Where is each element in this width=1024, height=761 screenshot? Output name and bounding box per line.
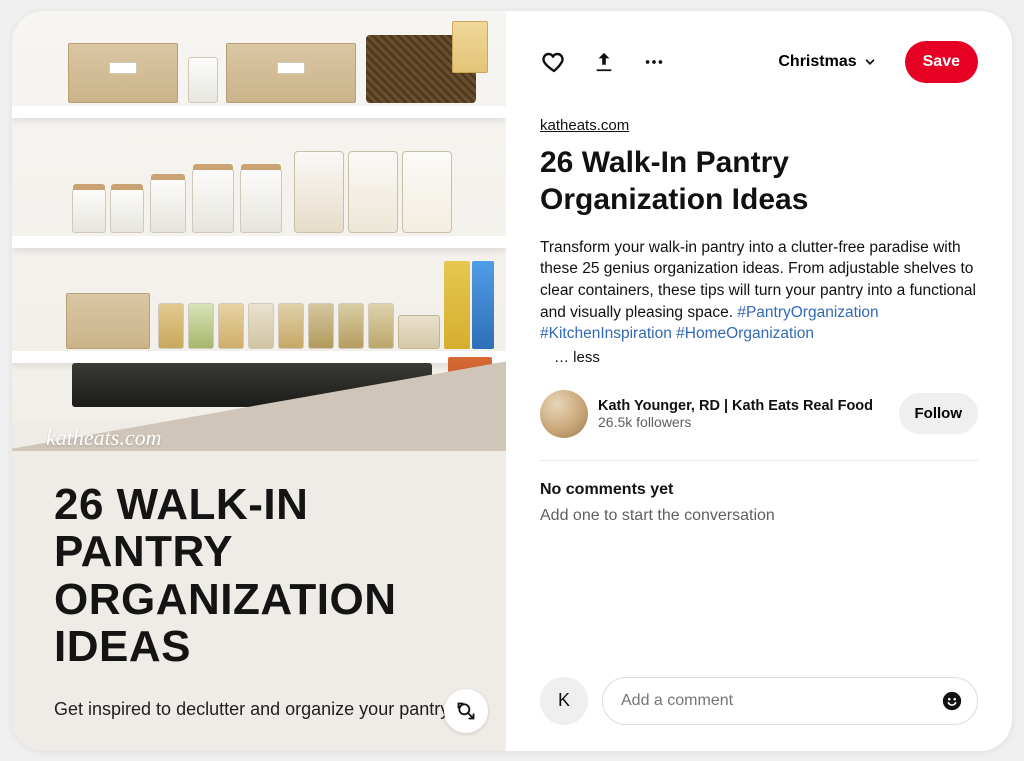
- hashtag[interactable]: #KitchenInspiration: [540, 325, 672, 342]
- author-avatar[interactable]: [540, 390, 588, 438]
- image-watermark: katheats.com: [46, 425, 161, 451]
- follow-button[interactable]: Follow: [899, 393, 979, 434]
- image-title-line: ORGANIZATION: [54, 575, 397, 624]
- pin-card: katheats.com 26 WALK-IN PANTRY ORGANIZAT…: [12, 11, 1012, 751]
- author-followers: 26.5k followers: [598, 414, 889, 430]
- zoom-icon: [456, 701, 476, 721]
- more-icon: [643, 51, 665, 73]
- toolbar: Christmas Save: [540, 41, 978, 83]
- comment-input[interactable]: [621, 692, 941, 710]
- comment-input-wrapper[interactable]: [602, 677, 978, 725]
- user-avatar[interactable]: K: [540, 677, 588, 725]
- image-title-line: 26 WALK-IN: [54, 480, 308, 529]
- zoom-button[interactable]: [444, 689, 488, 733]
- heart-icon: [542, 50, 566, 74]
- author-info: Kath Younger, RD | Kath Eats Real Food 2…: [598, 398, 889, 430]
- image-title-line: IDEAS: [54, 622, 191, 671]
- share-button[interactable]: [590, 48, 618, 76]
- more-button[interactable]: [640, 48, 668, 76]
- image-title-line: PANTRY: [54, 527, 233, 576]
- pin-description: Transform your walk-in pantry into a clu…: [540, 237, 978, 345]
- source-link[interactable]: katheats.com: [540, 117, 978, 134]
- hashtag[interactable]: #PantryOrganization: [737, 304, 878, 321]
- comment-bar: K: [540, 677, 978, 725]
- pin-title: 26 Walk-In Pantry Organization Ideas: [540, 144, 978, 219]
- hashtag[interactable]: #HomeOrganization: [676, 325, 814, 342]
- comments-header: No comments yet: [540, 481, 978, 499]
- comments-prompt: Add one to start the conversation: [540, 507, 978, 525]
- pantry-illustration: [12, 11, 506, 421]
- chevron-down-icon: [863, 55, 877, 69]
- pin-image[interactable]: katheats.com 26 WALK-IN PANTRY ORGANIZAT…: [12, 11, 506, 751]
- share-icon: [593, 51, 615, 73]
- board-selector[interactable]: Christmas: [772, 53, 882, 71]
- divider: [540, 460, 978, 461]
- author-name[interactable]: Kath Younger, RD | Kath Eats Real Food: [598, 398, 889, 414]
- emoji-button[interactable]: [941, 690, 963, 712]
- save-button[interactable]: Save: [905, 41, 978, 83]
- image-subtitle: Get inspired to declutter and organize y…: [54, 699, 454, 720]
- like-button[interactable]: [540, 48, 568, 76]
- pin-details: Christmas Save katheats.com 26 Walk-In P…: [506, 11, 1012, 751]
- collapse-toggle[interactable]: … less: [554, 349, 978, 366]
- board-label: Christmas: [778, 53, 856, 71]
- smile-icon: [941, 690, 963, 712]
- author-row: Kath Younger, RD | Kath Eats Real Food 2…: [540, 390, 978, 438]
- image-title: 26 WALK-IN PANTRY ORGANIZATION IDEAS: [54, 481, 446, 671]
